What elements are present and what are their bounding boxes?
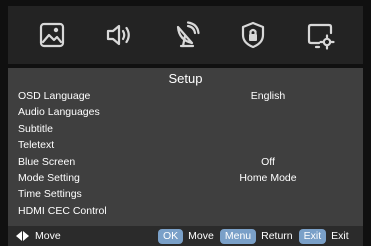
arrow-left-icon [16,231,22,241]
menu-item-mode-setting[interactable]: Mode Setting [18,170,218,186]
channel-icon [176,21,200,48]
ok-hint-label: Move [188,230,214,242]
tab-sound[interactable] [97,13,141,57]
picture-icon [39,22,64,48]
menu-item-osd-language[interactable]: OSD Language [18,88,218,104]
page-title: Setup [168,71,203,86]
tv-screen: Setup OSD Language Audio Languages Subti… [0,0,371,246]
tab-lock[interactable] [231,13,275,57]
menu-item-subtitle[interactable]: Subtitle [18,121,218,137]
arrow-right-icon [23,231,29,241]
menu-tab-bar [8,6,363,64]
menu-item-teletext[interactable]: Teletext [18,137,218,153]
mode-setting-value[interactable]: Home Mode [233,170,303,186]
tab-picture[interactable] [30,13,74,57]
menu-item-time-settings[interactable]: Time Settings [18,186,218,202]
blue-screen-value[interactable]: Off [233,154,303,170]
teletext-value [233,137,303,153]
move-hint-label: Move [35,230,61,242]
setup-value-list: English Off Home Mode [233,88,303,219]
sound-icon [106,24,130,46]
setup-icon [307,23,335,50]
key-hints: OK Move Menu Return Exit Exit [158,226,355,246]
menu-hint-label: Return [261,230,293,242]
subtitle-value [233,121,303,137]
menu-key[interactable]: Menu [219,228,257,244]
lock-icon [241,21,264,49]
audio-languages-value [233,104,303,120]
setup-panel: Setup OSD Language Audio Languages Subti… [8,68,363,226]
time-settings-value [233,186,303,202]
menu-item-blue-screen[interactable]: Blue Screen [18,154,218,170]
key-hint-bar: Move OK Move Menu Return Exit Exit [8,226,363,246]
left-right-arrows-icon [16,231,29,241]
tab-setup[interactable] [298,13,342,57]
osd-language-value[interactable]: English [233,88,303,104]
hdmi-cec-control-value [233,203,303,219]
exit-hint-label: Exit [331,230,349,242]
menu-item-hdmi-cec-control[interactable]: HDMI CEC Control [18,203,218,219]
setup-menu-list: OSD Language Audio Languages Subtitle Te… [18,88,218,219]
menu-item-audio-languages[interactable]: Audio Languages [18,104,218,120]
tab-channel[interactable] [164,13,208,57]
exit-key[interactable]: Exit [298,228,327,244]
ok-key[interactable]: OK [158,228,184,244]
